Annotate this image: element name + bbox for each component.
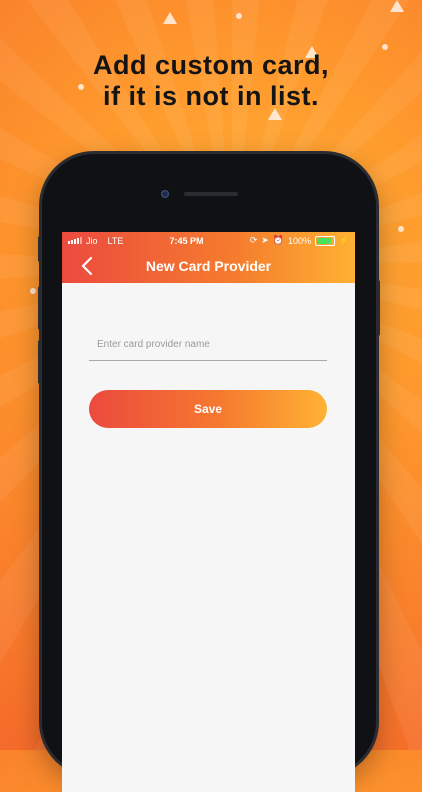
signal-icon — [68, 237, 82, 244]
phone-side-button — [38, 236, 42, 262]
promo-headline: Add custom card, if it is not in list. — [0, 50, 422, 112]
earpiece-speaker — [184, 192, 238, 196]
promo-line-1: Add custom card, — [92, 50, 330, 80]
front-camera — [161, 190, 169, 198]
provider-name-field — [89, 332, 327, 361]
rotation-lock-icon: ⟳ — [249, 235, 258, 245]
phone-screen: Jio LTE 7:45 PM ⟳ ➤ ⏰ 100% ⚡ New Card Pr… — [62, 232, 355, 792]
phone-volume-down — [38, 340, 42, 384]
battery-icon — [315, 235, 336, 246]
phone-volume-up — [38, 286, 42, 330]
app-header: Jio LTE 7:45 PM ⟳ ➤ ⏰ 100% ⚡ New Card Pr… — [62, 232, 355, 283]
status-time: 7:45 PM — [169, 235, 204, 246]
confetti-triangle — [390, 0, 404, 12]
provider-name-input[interactable] — [89, 333, 327, 361]
phone-power-button — [376, 280, 380, 336]
page-title: New Card Provider — [145, 258, 272, 274]
phone-frame: Jio LTE 7:45 PM ⟳ ➤ ⏰ 100% ⚡ New Card Pr… — [38, 154, 380, 792]
confetti-dot — [236, 13, 242, 19]
network-type: LTE — [107, 235, 124, 246]
confetti-dot — [30, 288, 36, 294]
charging-icon: ⚡ — [339, 236, 349, 245]
promo-line-2: if it is not in list. — [103, 81, 319, 111]
save-button[interactable]: Save — [89, 390, 327, 428]
status-bar: Jio LTE 7:45 PM ⟳ ➤ ⏰ 100% ⚡ — [62, 232, 355, 249]
location-icon: ➤ — [261, 235, 269, 245]
battery-percent: 100% — [288, 235, 312, 246]
alarm-icon: ⏰ — [272, 235, 284, 245]
confetti-triangle — [163, 12, 177, 24]
confetti-dot — [398, 226, 404, 232]
carrier-name: Jio — [86, 235, 98, 246]
